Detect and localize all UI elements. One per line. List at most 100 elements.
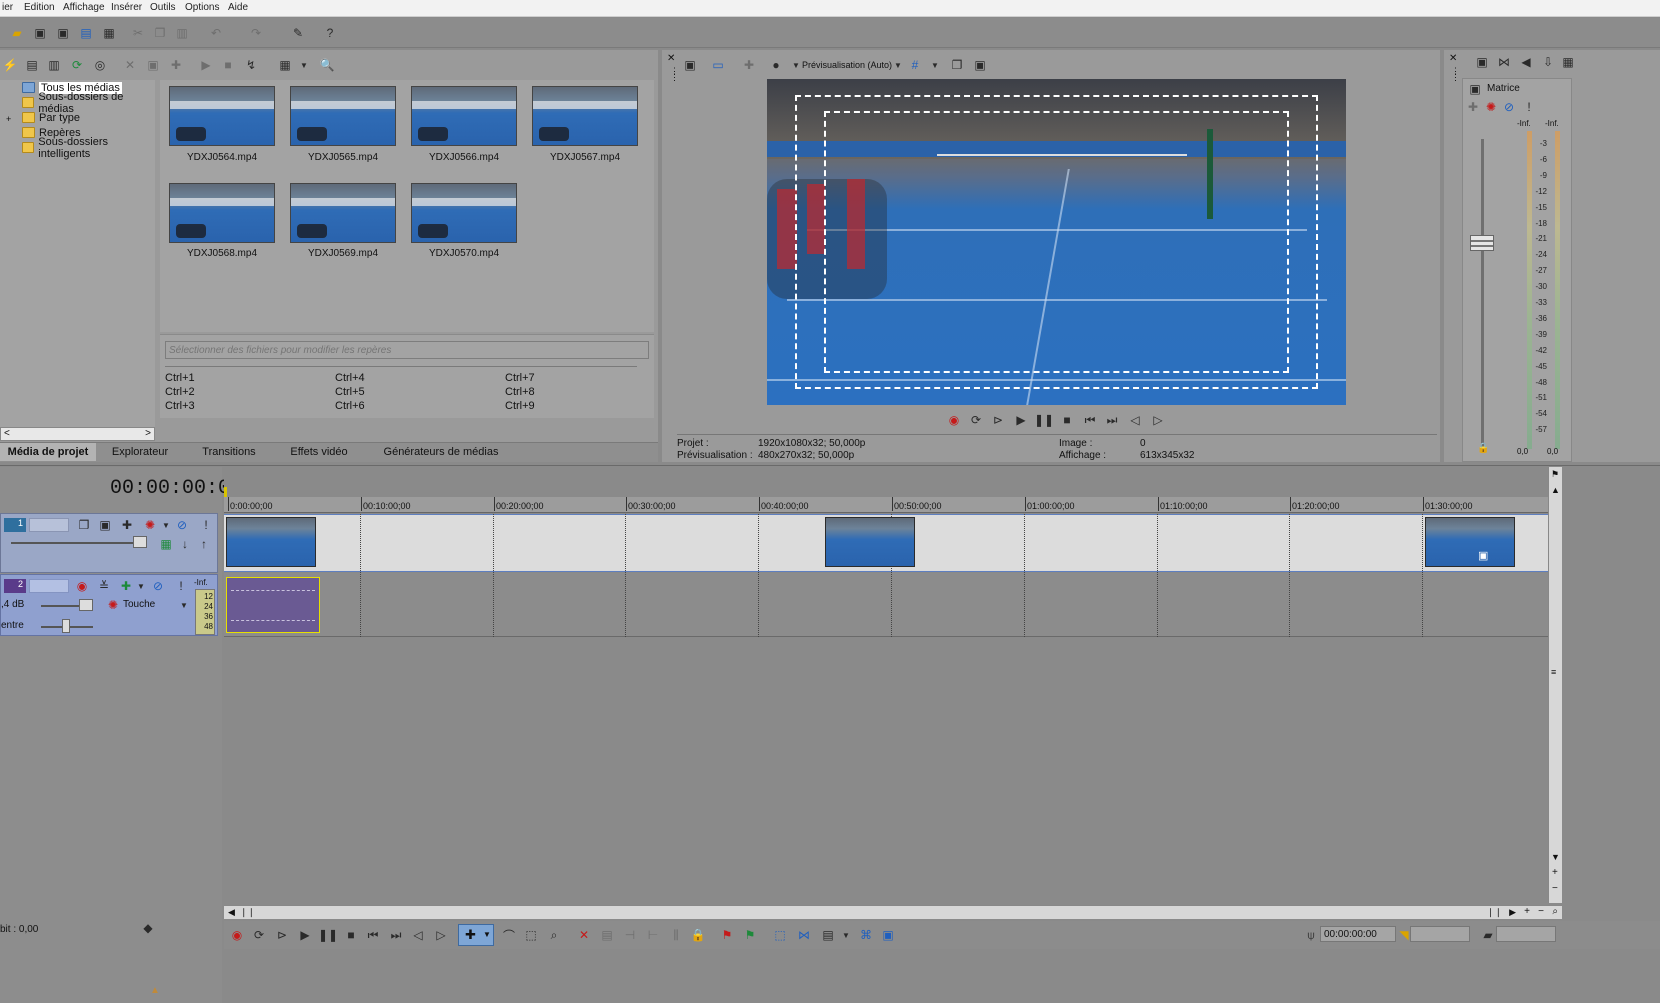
- redo-icon[interactable]: ↷: [248, 25, 264, 41]
- delete-icon[interactable]: ✕: [576, 927, 592, 943]
- search-media-icon[interactable]: ◎: [92, 57, 108, 73]
- zoom-in-icon[interactable]: +: [1524, 906, 1530, 917]
- views-dropdown-icon[interactable]: ▼: [296, 57, 312, 73]
- overlays-dropdown-icon[interactable]: ▼: [927, 57, 943, 73]
- previous-frame-icon[interactable]: ◁: [1127, 412, 1143, 428]
- overlays-grid-icon[interactable]: #: [907, 57, 923, 73]
- video-clip-middle[interactable]: [825, 517, 915, 567]
- auto-ripple-icon[interactable]: ▤: [820, 927, 836, 943]
- mode-dropdown-icon[interactable]: ▼: [890, 57, 906, 73]
- scale-icon[interactable]: ▦: [158, 536, 174, 552]
- tree-expander[interactable]: +: [6, 114, 11, 124]
- scroll-right-icon[interactable]: >: [145, 428, 151, 439]
- tab-explorer[interactable]: Explorateur: [96, 443, 184, 461]
- zoom-tool-icon[interactable]: ⌕: [546, 927, 562, 943]
- play-from-start-icon[interactable]: ⊳: [990, 412, 1006, 428]
- record-icon[interactable]: ◉: [229, 927, 245, 943]
- trim-icon[interactable]: ▤: [599, 927, 615, 943]
- scroll-left-icon[interactable]: <: [4, 428, 10, 439]
- save-snapshot-icon[interactable]: ▣: [972, 57, 988, 73]
- stop-preview-icon[interactable]: ■: [220, 57, 236, 73]
- tab-media-generators[interactable]: Générateurs de médias: [364, 443, 518, 461]
- auto-crossfade-icon[interactable]: ⋈: [796, 927, 812, 943]
- scroll-grip-icon[interactable]: ≡: [1551, 667, 1556, 677]
- split-icon[interactable]: ⫼: [668, 927, 684, 943]
- previous-frame-icon[interactable]: ◁: [410, 927, 426, 943]
- audio-track-header[interactable]: 2 ◉ ≚ ✚ ▼ ⊘ ! -Inf. ,4 dB ✺ Touche ▼ ent…: [0, 574, 218, 636]
- selection-tool-icon[interactable]: ⬚: [523, 927, 539, 943]
- video-clip-end[interactable]: [1425, 517, 1515, 567]
- level-slider[interactable]: [133, 536, 147, 548]
- media-thumbnail[interactable]: [411, 86, 517, 146]
- zoom-tool-icon[interactable]: ⌕: [1552, 906, 1558, 917]
- scroll-thumb-left[interactable]: ❘❘: [240, 907, 255, 918]
- loop-icon[interactable]: ⟳: [251, 927, 267, 943]
- lock-envelopes-icon[interactable]: ⌘: [858, 927, 874, 943]
- media-thumbnail[interactable]: [411, 183, 517, 243]
- save-icon[interactable]: ▣: [32, 25, 48, 41]
- menu-options[interactable]: Options: [185, 2, 219, 13]
- menu-aide[interactable]: Aide: [228, 2, 248, 13]
- automation-dropdown-icon[interactable]: ▼: [176, 597, 192, 613]
- go-to-start-icon[interactable]: ⏮: [1082, 412, 1098, 428]
- play-preview-icon[interactable]: ▶: [198, 57, 214, 73]
- close-icon[interactable]: ✕: [1449, 53, 1457, 64]
- automation-icon[interactable]: ✺: [105, 597, 121, 613]
- undo-icon[interactable]: ↶: [208, 25, 224, 41]
- marker-flag-icon[interactable]: ⚑: [1551, 469, 1559, 480]
- open-folder-icon[interactable]: ▰: [9, 25, 25, 41]
- go-to-end-icon[interactable]: ⏭: [388, 927, 404, 943]
- scroll-thumb-right[interactable]: ❘❘: [1487, 907, 1502, 918]
- panel-grip-icon[interactable]: ⋮ ⋮: [1451, 67, 1460, 82]
- media-thumbnail[interactable]: [169, 183, 275, 243]
- tree-item-subfolders[interactable]: Sous-dossiers de médias: [22, 91, 155, 115]
- volume-slider[interactable]: [79, 599, 93, 611]
- time-ruler[interactable]: [224, 497, 1548, 513]
- fx-icon[interactable]: ✚: [168, 57, 184, 73]
- lock-icon[interactable]: 🔒: [690, 927, 706, 943]
- trim-end-icon[interactable]: ⊢: [645, 927, 661, 943]
- meter-options-icon[interactable]: ▦: [1560, 54, 1576, 70]
- loop-icon[interactable]: ⟳: [968, 412, 984, 428]
- normal-edit-tool[interactable]: ✚ ▼: [458, 924, 494, 946]
- scroll-left-icon[interactable]: ◀: [228, 907, 235, 918]
- timeline-hscrollbar[interactable]: ◀ ❘❘ ❘❘ ▶ + − ⌕: [224, 905, 1562, 919]
- timeline-vscrollbar[interactable]: ⚑ ▲ ≡ ▼ + −: [1548, 467, 1562, 903]
- invert-phase-icon[interactable]: ≚: [96, 578, 112, 594]
- lock-icon[interactable]: 🔒: [1477, 443, 1489, 454]
- rate-slider-icon[interactable]: ◆: [140, 920, 156, 936]
- next-frame-icon[interactable]: ▷: [433, 927, 449, 943]
- pause-icon[interactable]: ❚❚: [318, 927, 338, 943]
- length-field[interactable]: [1496, 926, 1556, 942]
- track-fx-dropdown-icon[interactable]: ▼: [158, 517, 174, 533]
- render-as-icon[interactable]: ✎: [290, 25, 306, 41]
- search-icon[interactable]: 🔍: [319, 57, 335, 73]
- copy-icon[interactable]: ❐: [152, 25, 168, 41]
- insert-region-icon[interactable]: ⚑: [742, 927, 758, 943]
- trim-start-icon[interactable]: ⊣: [622, 927, 638, 943]
- preview-properties-icon[interactable]: ▣: [682, 57, 698, 73]
- media-thumbnail[interactable]: [532, 86, 638, 146]
- copy-snapshot-icon[interactable]: ❐: [949, 57, 965, 73]
- record-icon[interactable]: ◉: [946, 412, 962, 428]
- track-name-field[interactable]: [29, 579, 69, 593]
- cursor-timecode[interactable]: 00:00:00:00: [1320, 926, 1396, 942]
- track-fx-icon[interactable]: ✚: [118, 578, 134, 594]
- audio-clip[interactable]: [226, 577, 320, 633]
- bus-fx-icon[interactable]: ✚: [1465, 99, 1481, 115]
- scroll-up-icon[interactable]: ▲: [1551, 485, 1560, 495]
- selection-field[interactable]: [1410, 926, 1470, 942]
- solo-icon[interactable]: !: [173, 578, 189, 594]
- scroll-down-icon[interactable]: ▼: [1551, 852, 1560, 862]
- ignore-event-grouping-icon[interactable]: ⬚: [772, 927, 788, 943]
- media-thumbnail[interactable]: [290, 86, 396, 146]
- media-thumbnail[interactable]: [290, 183, 396, 243]
- close-icon[interactable]: ✕: [667, 53, 675, 64]
- tab-project-media[interactable]: Média de projet: [0, 443, 96, 461]
- import-media-icon[interactable]: ⚡: [2, 57, 18, 73]
- views-icon[interactable]: ▦: [277, 57, 293, 73]
- stop-icon[interactable]: ■: [1059, 412, 1075, 428]
- tree-item-smart-folders[interactable]: Sous-dossiers intelligents: [22, 136, 155, 160]
- arm-record-icon[interactable]: ◉: [74, 578, 90, 594]
- downmix-icon[interactable]: ⋈: [1496, 54, 1512, 70]
